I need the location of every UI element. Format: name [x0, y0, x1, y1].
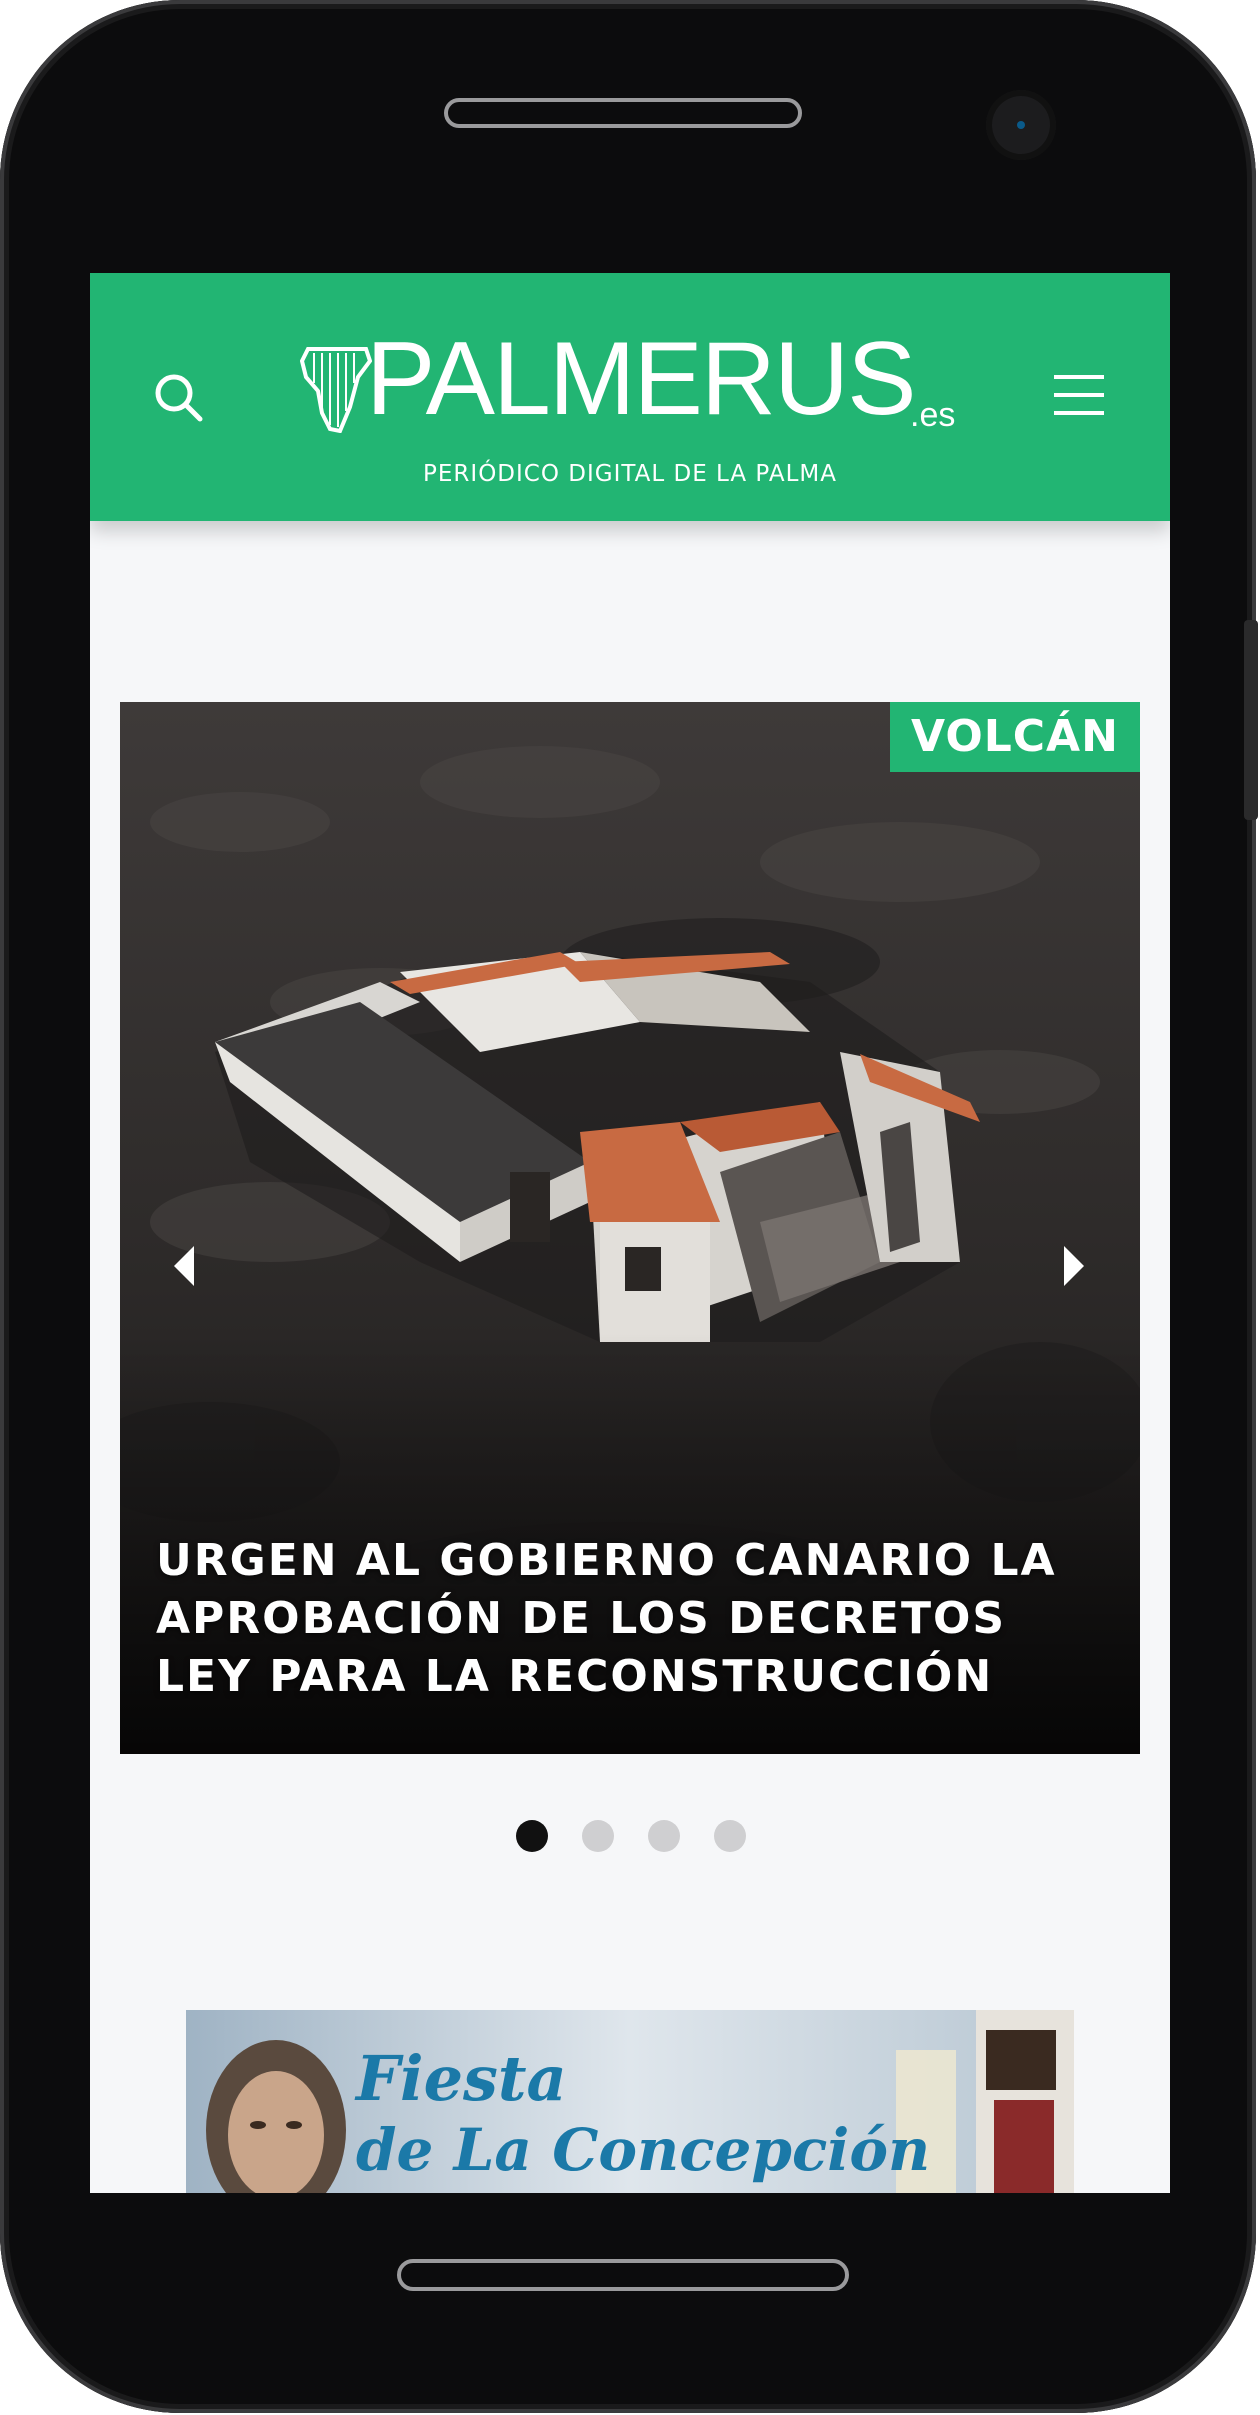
slider-dot-1[interactable] [516, 1820, 548, 1852]
slider-dot-2[interactable] [582, 1820, 614, 1852]
phone-mockup: PALMERUS .es PERIÓDICO DIGITAL DE LA PAL… [0, 0, 1260, 2415]
menu-button[interactable] [1050, 371, 1108, 419]
site-tagline: PERIÓDICO DIGITAL DE LA PALMA [423, 461, 837, 487]
phone-speaker [444, 98, 802, 128]
search-icon [155, 374, 203, 422]
screen: PALMERUS .es PERIÓDICO DIGITAL DE LA PAL… [90, 273, 1170, 2193]
phone-side-button [1244, 620, 1258, 820]
slider-dot-4[interactable] [714, 1820, 746, 1852]
slider-next-button[interactable] [1054, 1236, 1094, 1296]
site-logo[interactable]: PALMERUS .es [300, 301, 960, 437]
slider-pagination [90, 1820, 1170, 1860]
hamburger-menu-icon [1054, 375, 1104, 415]
slider-prev-button[interactable] [164, 1236, 204, 1296]
phone-camera [986, 90, 1056, 160]
search-button[interactable] [150, 369, 206, 425]
chevron-left-icon [174, 1246, 194, 1286]
ad-title-line1: Fiesta [354, 2042, 567, 2115]
site-header: PALMERUS .es PERIÓDICO DIGITAL DE LA PAL… [90, 273, 1170, 521]
slide-headline[interactable]: URGEN AL GOBIERNO CANARIO LA APROBACIÓN … [156, 1532, 1116, 1706]
slider-dot-3[interactable] [648, 1820, 680, 1852]
chevron-right-icon [1064, 1246, 1084, 1286]
la-palma-map-icon [300, 347, 372, 433]
ad-banner[interactable]: Fiesta de La Concepción [186, 2010, 1074, 2193]
logo-wordmark: PALMERUS [366, 321, 916, 437]
featured-slide[interactable]: VOLCÁN URGEN AL GOBIERNO CANARIO LA APRO… [120, 702, 1140, 1754]
category-badge[interactable]: VOLCÁN [890, 702, 1140, 772]
logo-suffix: .es [910, 396, 956, 434]
ad-banner-image: Fiesta de La Concepción [186, 2010, 1074, 2193]
phone-home-button [397, 2259, 849, 2291]
ad-title-line2: de La Concepción [356, 2116, 930, 2184]
